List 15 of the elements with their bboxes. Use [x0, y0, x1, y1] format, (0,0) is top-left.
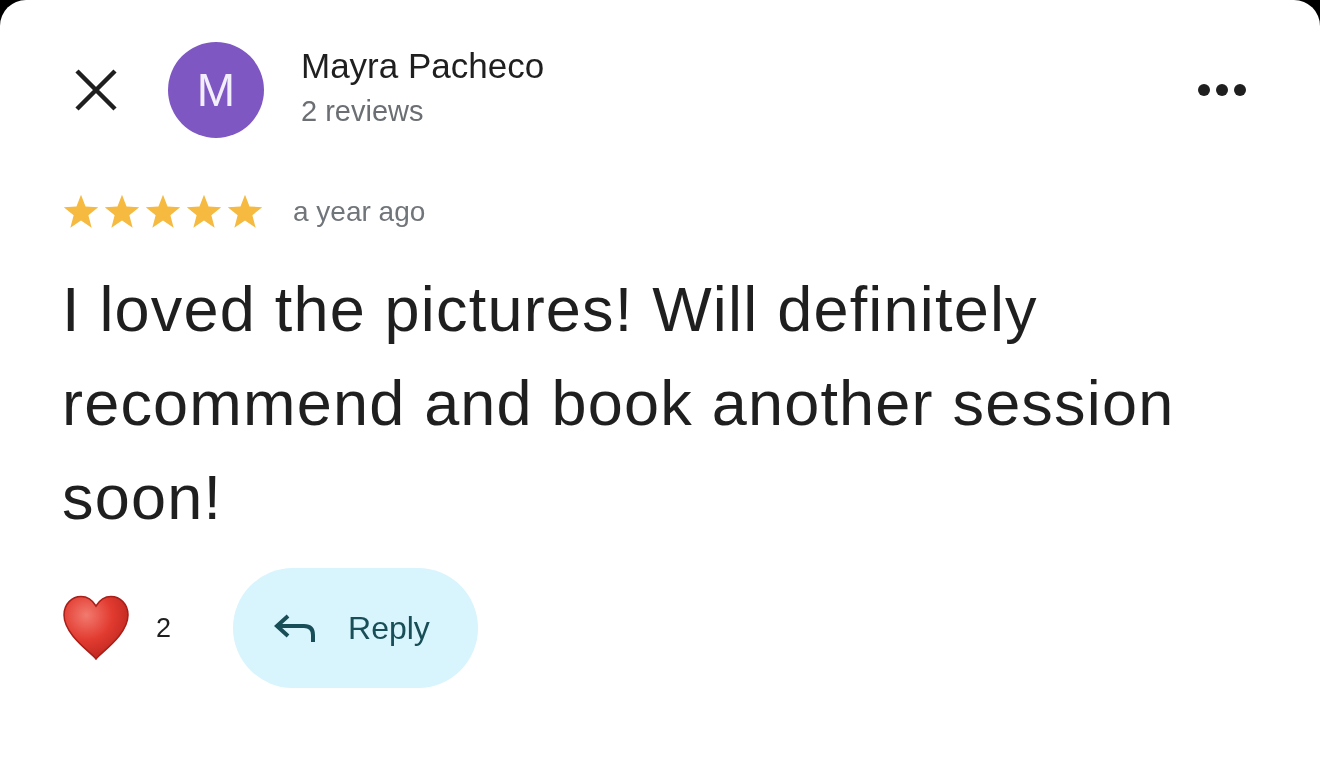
heart-icon[interactable] [62, 595, 130, 661]
star-icon [185, 194, 223, 230]
star-icon [103, 194, 141, 230]
star-icon [226, 194, 264, 230]
reviewer-name: Mayra Pacheco [301, 45, 545, 87]
review-text: I loved the pictures! Will definitely recommend and book another session soon! [62, 273, 1176, 534]
reaction-count: 2 [156, 612, 172, 644]
review-count: 2 reviews [301, 94, 425, 129]
avatar: M [168, 42, 264, 138]
reply-button[interactable]: Reply [233, 568, 478, 688]
star-icon [62, 194, 100, 230]
more-icon [1198, 83, 1246, 97]
close-icon [75, 69, 117, 111]
star-icon [144, 194, 182, 230]
review-date: a year ago [293, 196, 426, 228]
